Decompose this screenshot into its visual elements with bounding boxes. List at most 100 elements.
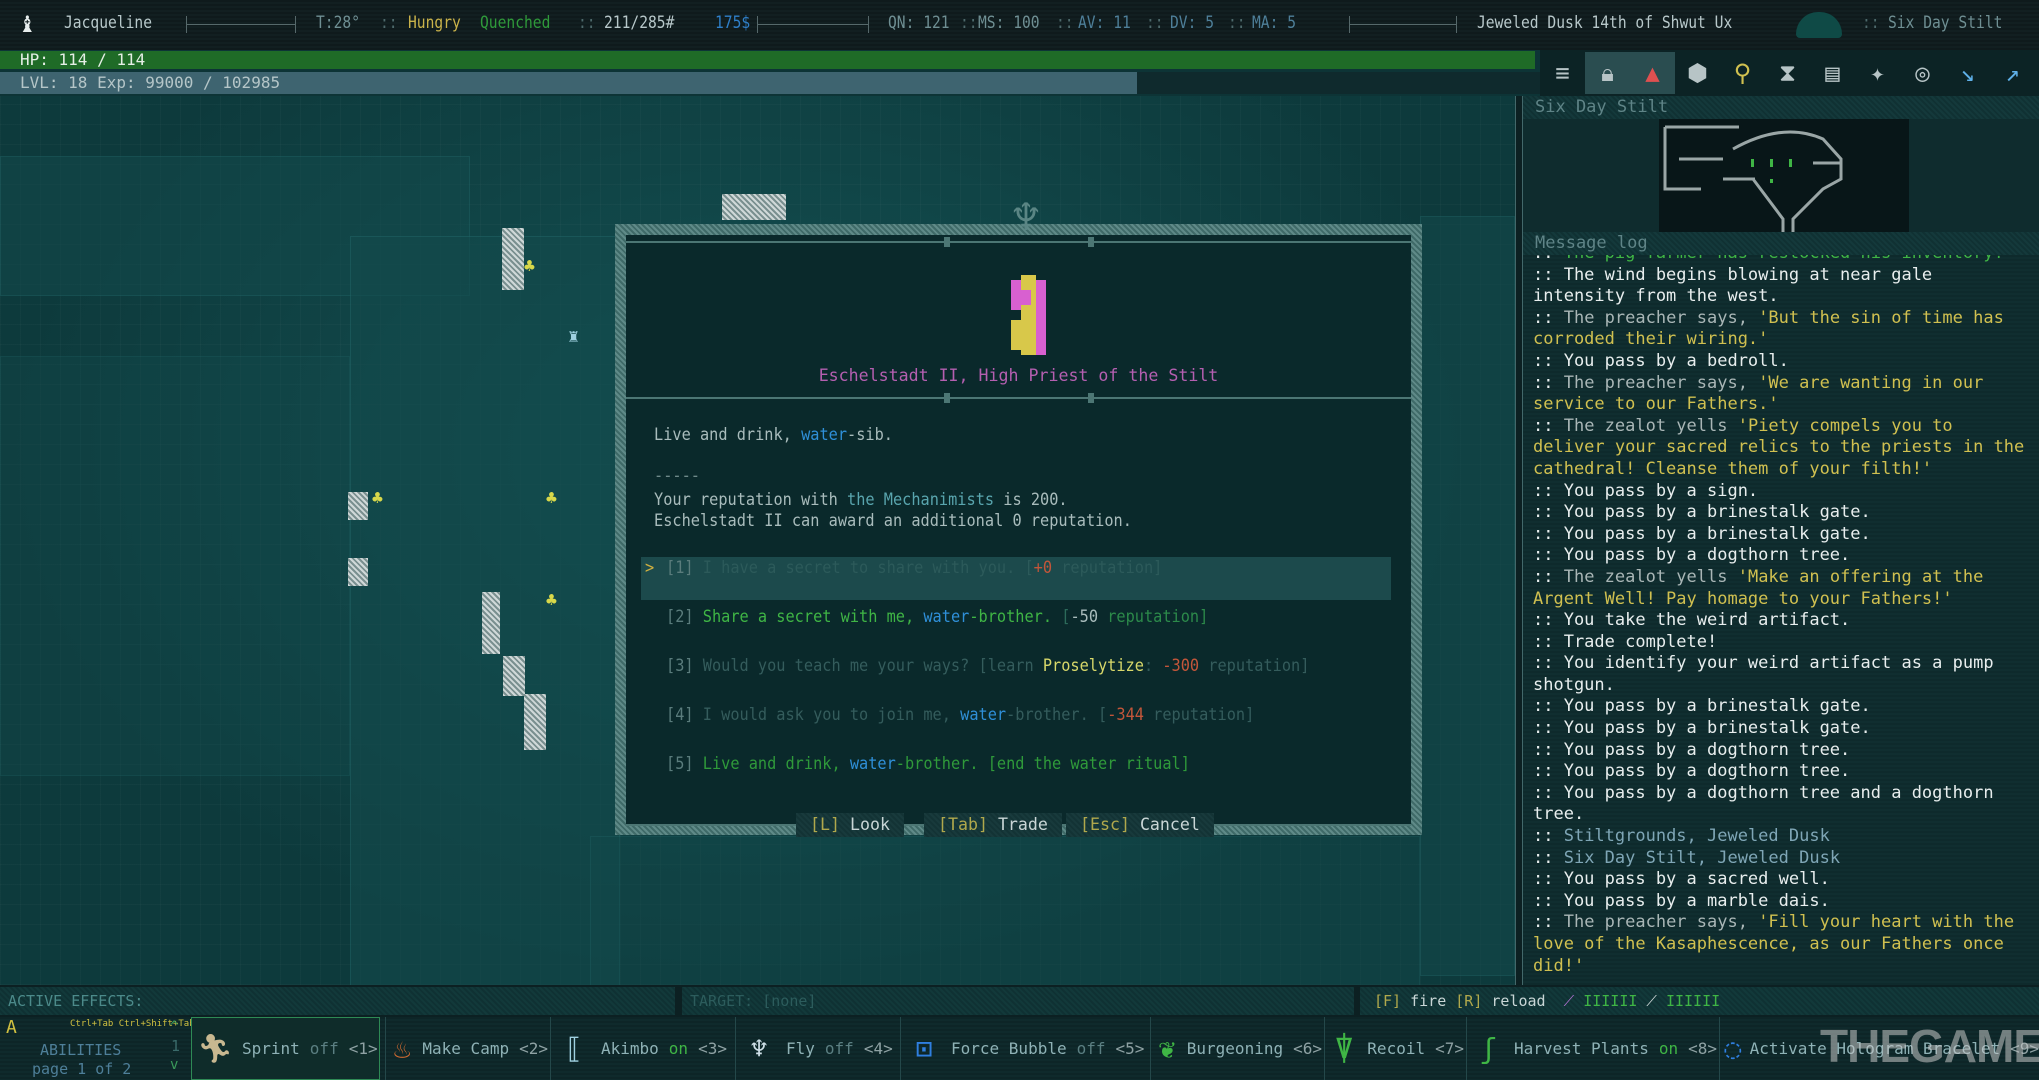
text-segment: The pig farmer has restocked his invento… — [1564, 255, 2004, 263]
separator: :: — [1228, 13, 1246, 33]
dodge-value-stat: DV: 5 — [1170, 13, 1215, 33]
dialog-option-4[interactable]: [4] I would ask you to join me, water-br… — [666, 705, 1254, 724]
text-segment: :: You pass by a sign. — [1533, 480, 1759, 501]
ability-harvest-plants[interactable]: ʃ Harvest Plants on <8> — [1466, 1017, 1717, 1080]
minimap-drawing — [1659, 119, 1909, 232]
text-segment: :: You pass by a dogthorn tree. — [1533, 739, 1851, 760]
player-avatar-icon[interactable]: ♝ — [20, 6, 34, 39]
ability-fly[interactable]: ♆ Fly off <4> — [735, 1017, 898, 1080]
separator: :: — [960, 13, 978, 33]
star-target-icon[interactable]: ✦ — [1855, 52, 1900, 94]
divider — [626, 393, 1411, 403]
ability-sprint[interactable]: 🏃︎ Sprint off <1> — [191, 1017, 380, 1080]
text-segment: :: You pass by a dogthorn tree and a dog… — [1533, 782, 2004, 825]
trade-button[interactable]: [Tab] Trade — [924, 813, 1062, 837]
reload-label[interactable]: reload — [1482, 992, 1545, 1010]
page-down-button[interactable]: v — [170, 1057, 178, 1073]
text-segment: :: You pass by a marble dais. — [1533, 890, 1830, 911]
text-segment: :: Trade complete! — [1533, 631, 1718, 652]
log-entry: :: The pig farmer has restocked his inve… — [1533, 255, 2031, 265]
ability-make-camp[interactable]: ♨ Make Camp <2> — [385, 1017, 548, 1080]
dialog-option-1[interactable]: [1] I have a secret to share with you. [… — [666, 558, 1162, 577]
hourglass-icon[interactable]: ⧗ — [1765, 52, 1810, 94]
message-log-title: Message log — [1523, 232, 2039, 255]
text-segment: : — [1143, 656, 1163, 675]
text-segment: The zealot yells — [1563, 566, 1738, 587]
map-wall — [502, 228, 524, 290]
menu-icon[interactable]: ≡ — [1540, 52, 1585, 94]
ability-burgeoning[interactable]: ❦ Burgeoning <6> — [1150, 1017, 1322, 1080]
minimap[interactable] — [1523, 119, 2039, 232]
ability-toggle-status[interactable]: on — [1659, 1039, 1678, 1058]
armor-value-stat: AV: 11 — [1078, 13, 1131, 33]
creature-icon[interactable]: ♣ — [372, 488, 383, 509]
log-entry: :: You pass by a sacred well. — [1533, 869, 2031, 891]
ascend-icon[interactable]: ↗ — [1990, 52, 2035, 94]
fire-label[interactable]: fire — [1401, 992, 1455, 1010]
page-up-button[interactable]: ^ — [170, 1019, 178, 1035]
look-button[interactable]: [L] Look — [796, 813, 904, 837]
creature-icon[interactable]: ♜ — [568, 326, 579, 347]
ability-hotkey: <6> — [1293, 1039, 1322, 1058]
text-segment: I would ask you to join me, — [702, 705, 961, 724]
text-segment: The preacher says, — [1563, 372, 1759, 393]
character-icon[interactable]: ▲ — [1630, 52, 1675, 94]
dialog-option-2[interactable]: [2] Share a secret with me, water-brothe… — [666, 607, 1208, 626]
ability-recoil[interactable]: ⍒ Recoil <7> — [1324, 1017, 1464, 1080]
button-label: Trade — [987, 815, 1048, 834]
weapon-icon: ⟋ — [1646, 992, 1657, 1010]
quickness-stat: QN: 121 — [888, 13, 950, 33]
ability-hotkey: <5> — [1115, 1039, 1145, 1058]
dialog-option-3[interactable]: [3] Would you teach me your ways? [learn… — [666, 656, 1309, 675]
current-location: Six Day Stilt — [1888, 13, 2003, 33]
log-entry: :: You pass by a brinestalk gate. — [1533, 696, 2031, 718]
text-segment: :: — [1533, 826, 1564, 847]
dialog-option-5[interactable]: [5] Live and drink, water-brother. [end … — [666, 754, 1190, 773]
descend-icon[interactable]: ↘ — [1945, 52, 1990, 94]
journal-icon[interactable]: ▤ — [1810, 52, 1855, 94]
ability-name: Force Bubble — [951, 1039, 1067, 1058]
creature-icon[interactable]: ♣ — [524, 256, 535, 277]
level-label: LVL: 18 Exp: 99000 / 102985 — [20, 73, 281, 92]
creature-icon[interactable]: ♣ — [546, 488, 557, 509]
log-entry: :: The zealot yells 'Piety compels you t… — [1533, 416, 2031, 481]
ability-toggle-status[interactable]: off — [825, 1039, 854, 1058]
text-segment: :: You pass by a sacred well. — [1533, 869, 1830, 890]
ability-toggle-status[interactable]: off — [1077, 1039, 1106, 1058]
thirst-status: Quenched — [480, 13, 551, 33]
button-label: Cancel — [1129, 815, 1200, 834]
ability-hotkey: <2> — [519, 1039, 548, 1058]
divider — [626, 237, 1411, 247]
fire-key[interactable]: [F] — [1374, 992, 1401, 1010]
map-wall — [722, 194, 786, 220]
text-segment: Share a secret with me, — [702, 607, 924, 626]
side-panel: Six Day Stilt Message log :: The pig far… — [1523, 96, 2039, 1080]
log-entry: :: You pass by a brinestalk gate. — [1533, 524, 2031, 546]
ability-force-bubble[interactable]: ⊡ Force Bubble off <5> — [900, 1017, 1148, 1080]
cube-icon[interactable]: ⬢ — [1675, 52, 1720, 94]
text-segment: [ — [1061, 607, 1071, 626]
page-number: 1 — [171, 1037, 181, 1055]
reload-key[interactable]: [R] — [1455, 992, 1482, 1010]
abilities-bar: A Ctrl+Tab Ctrl+Shift+Tab ABILITIES page… — [0, 1017, 2039, 1080]
cancel-button[interactable]: [Esc] Cancel — [1066, 813, 1214, 837]
award-text: Eschelstadt II can award an additional 0… — [654, 511, 1132, 530]
text-segment: -sib. — [847, 425, 893, 444]
ability-akimbo[interactable]: ⟦ Akimbo on <3> — [550, 1017, 733, 1080]
ability-name: Burgeoning — [1186, 1039, 1284, 1058]
ability-toggle-status[interactable]: on — [669, 1039, 688, 1058]
ability-toggle-status[interactable]: off — [310, 1039, 339, 1058]
temperature: T:28° — [316, 13, 361, 33]
hunger-status: Hungry — [408, 13, 461, 33]
magnifier-icon[interactable]: ⚲ — [1720, 52, 1765, 94]
ability-name: Sprint — [242, 1039, 300, 1058]
panel-divider[interactable] — [1515, 96, 1523, 985]
compass-icon[interactable]: ◎ — [1900, 52, 1945, 94]
log-entry: :: The preacher says, 'Fill your heart w… — [1533, 912, 2031, 977]
message-log[interactable]: :: The pig farmer has restocked his inve… — [1523, 255, 2039, 1080]
money: 175$ — [715, 13, 751, 33]
creature-icon[interactable]: ♣ — [546, 590, 557, 611]
hp-bar: HP: 114 / 114 — [0, 51, 1535, 69]
locked-window-icon[interactable]: 🔒︎ — [1585, 52, 1630, 94]
character-name: Jacqueline — [64, 13, 153, 33]
